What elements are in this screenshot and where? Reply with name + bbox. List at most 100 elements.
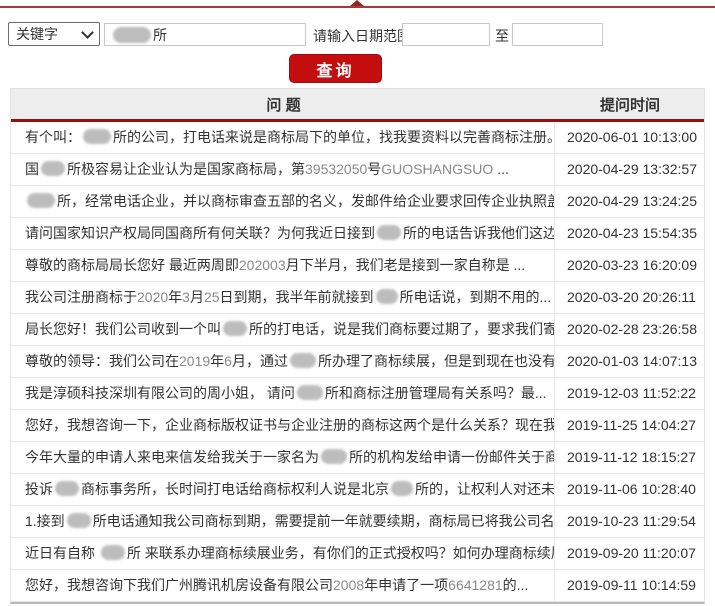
question-time: 2019-12-03 11:52:22 [567,385,696,401]
question-text: 所和商标注册管理局有关系吗？最... [324,385,547,401]
table-row[interactable]: 近日有自称 所 来联系办理商标续展业务，有你们的正式授权吗？如何办理商标续展..… [11,538,704,570]
question-text: 所，经常电话企业，并以商标审查五部的名义，发邮件给企业要求回传企业执照盖章扫..… [57,193,555,209]
question-text: 尊敬的领导：我们公司在 [25,353,179,369]
question-time: 2020-04-29 13:32:57 [567,161,697,177]
question-cell[interactable]: 1.接到 所电话通知我公司商标到期，需要提前一年就要续期，商标局已将我公司名单..… [11,506,555,537]
redacted-text [83,129,111,144]
redacted-text [375,289,398,304]
question-text: 投诉 [25,481,53,497]
table-row[interactable]: 尊敬的商标局局长您好 最近两周即202003月下半月，我们老是接到一家自称是 .… [11,250,704,282]
table-row[interactable]: 投诉 商标事务所，长时间打电话给商标权利人说是北京 所的，让权利人对还未到续... 2… [11,474,704,506]
questions-table: 问 题 提问时间 有个叫： 所的公司，打电话来说是商标局下的单位，找我要资料以完善… [10,88,705,604]
question-cell[interactable]: 您好，我想咨询下我们广州腾讯机房设备有限公司2008年申请了一项6641281的… [11,570,555,601]
question-text: 近日有自称 [25,545,99,561]
to-label: 至 [495,28,509,44]
date-to-input[interactable] [519,24,596,45]
table-row[interactable]: 有个叫： 所的公司，打电话来说是商标局下的单位，找我要资料以完善商标注册。但我..… [11,122,704,154]
question-text: 我公司注册商标于 [25,289,137,305]
question-text: 月下半月，我们老是接到一家自称是 ... [285,257,526,273]
question-time: 2019-11-25 14:04:27 [567,417,696,433]
tab-pointer-arrow-icon [350,0,364,6]
table-body: 有个叫： 所的公司，打电话来说是商标局下的单位，找我要资料以完善商标注册。但我..… [11,122,704,602]
redacted-text [41,161,65,176]
table-header-row: 问 题 提问时间 [11,88,704,122]
question-time: 2020-01-03 14:07:13 [567,353,697,369]
question-time: 2019-09-11 10:14:59 [567,577,696,593]
chevron-down-icon [81,25,94,39]
question-text: GUOSHANGSUO [381,161,494,177]
question-text: 2008 [333,577,365,593]
question-text: 年 [168,289,183,305]
question-text: 所的电话告诉我他们这边是知... [403,225,554,241]
question-cell[interactable]: 今年大量的申请人来电来信发给我关于一家名为 所的机构发给申请一份邮件关于商标续..… [11,442,555,473]
question-text: 您好，我想咨询下我们广州腾讯机房设备有限公司 [25,577,333,593]
question-cell[interactable]: 国 所极容易让企业认为是国家商标局，第39532050号GUOSHANGSUO .… [11,154,555,185]
question-text: ... [493,161,509,177]
question-text: 今年大量的申请人来电来信发给我关于一家名为 [25,449,319,465]
redacted-text [321,449,347,464]
table-row[interactable]: 国 所极容易让企业认为是国家商标局，第39532050号GUOSHANGSUO .… [11,154,704,186]
redacted-text [55,481,79,496]
question-text: 所办理了商标续展，但是到现在也没有... [317,353,555,369]
question-text: 6641281 [448,577,503,593]
question-cell[interactable]: 请问国家知识产权局同国商所有何关联？为何我近日接到 所的电话告诉我他们这边是知..… [11,218,555,249]
question-cell[interactable]: 投诉 商标事务所，长时间打电话给商标权利人说是北京 所的，让权利人对还未到续... [11,474,555,505]
question-time: 2020-02-28 23:26:58 [567,321,697,337]
table-row[interactable]: 尊敬的领导：我们公司在2019年6月，通过 所办理了商标续展，但是到现在也没有..… [11,346,704,378]
table-row[interactable]: 1.接到 所电话通知我公司商标到期，需要提前一年就要续期，商标局已将我公司名单..… [11,506,704,538]
question-time: 2019-10-23 11:29:54 [567,513,696,529]
search-field-select[interactable]: 关键字 [8,22,100,46]
question-text: 的... [502,577,529,593]
question-cell[interactable]: 我是淳硕科技深圳有限公司的周小姐， 请问 所和商标注册管理局有关系吗？最... [11,378,555,409]
question-text: 所的公司，打电话来说是商标局下的单位，找我要资料以完善商标注册。但我... [113,129,555,145]
question-text: 月 [189,289,204,305]
question-text: 请问国家知识产权局同国商所有何关联？为何我近日接到 [25,225,375,241]
table-row[interactable]: 我是淳硕科技深圳有限公司的周小姐， 请问 所和商标注册管理局有关系吗？最... 20… [11,378,704,410]
question-text: 您好，我想咨询一下，企业商标版权证书与企业注册的商标这两个是什么关系？现在我企业… [25,417,555,433]
table-row[interactable]: 今年大量的申请人来电来信发给我关于一家名为 所的机构发给申请一份邮件关于商标续..… [11,442,704,474]
question-time: 2020-03-20 20:26:11 [567,289,696,305]
question-column-header: 问 题 [266,96,301,114]
question-cell[interactable]: 我公司注册商标于2020年3月25日到期，我半年前就接到 所电话说，到期不用的..… [11,282,555,313]
time-column-header: 提问时间 [599,96,660,114]
question-time: 2019-11-06 10:28:40 [567,481,696,497]
question-text: 号 [367,161,382,177]
table-row[interactable]: 请问国家知识产权局同国商所有何关联？为何我近日接到 所的电话告诉我他们这边是知..… [11,218,704,250]
question-text: 年 [210,353,225,369]
question-time: 2020-06-01 10:13:00 [567,129,697,145]
question-text: 尊敬的商标局局长您好 最近两周即 [25,257,239,273]
table-row[interactable]: 我公司注册商标于2020年3月25日到期，我半年前就接到 所电话说，到期不用的..… [11,282,704,314]
redacted-text [391,481,413,496]
redacted-text [289,353,316,368]
question-text: 月，通过 [231,353,288,369]
table-row[interactable]: 所，经常电话企业，并以商标审查五部的名义，发邮件给企业要求回传企业执照盖章扫..… [11,186,704,218]
question-text: 所电话说，到期不用的... [399,289,552,305]
question-text: 我是淳硕科技深圳有限公司的周小姐， 请问 [25,385,295,401]
question-text: 商标事务所，长时间打电话给商标权利人说是北京 [81,481,389,497]
question-text: 年申请了一项 [364,577,449,593]
redacted-text [223,321,247,336]
date-to-input-wrap [512,23,603,46]
question-cell[interactable]: 尊敬的领导：我们公司在2019年6月，通过 所办理了商标续展，但是到现在也没有..… [11,346,555,377]
table-row[interactable]: 您好，我想咨询下我们广州腾讯机房设备有限公司2008年申请了一项6641281的… [11,570,704,602]
question-cell[interactable]: 您好，我想咨询一下，企业商标版权证书与企业注册的商标这两个是什么关系？现在我企业… [11,410,555,441]
question-cell[interactable]: 有个叫： 所的公司，打电话来说是商标局下的单位，找我要资料以完善商标注册。但我..… [11,122,555,153]
query-button[interactable]: 查询 [289,54,382,83]
question-cell[interactable]: 局长您好！我们公司收到一个叫 所的打电话，说是我们商标要过期了，要求我们寄资料..… [11,314,555,345]
question-cell[interactable]: 尊敬的商标局局长您好 最近两周即202003月下半月，我们老是接到一家自称是 .… [11,250,555,281]
date-from-input[interactable] [409,24,483,45]
question-text: 所的机构发给申请一份邮件关于商标续... [349,449,555,465]
table-row[interactable]: 您好，我想咨询一下，企业商标版权证书与企业注册的商标这两个是什么关系？现在我企业… [11,410,704,442]
question-cell[interactable]: 所，经常电话企业，并以商标审查五部的名义，发邮件给企业要求回传企业执照盖章扫..… [11,186,555,217]
keyword-input[interactable]: 所 [104,23,306,46]
question-time: 2019-09-20 11:20:07 [567,545,696,561]
top-divider-rule [0,0,715,8]
date-range-label: 请输入日期范围 [313,28,411,44]
redacted-text [113,26,151,43]
question-text: 39532050 [305,161,368,177]
question-cell[interactable]: 近日有自称 所 来联系办理商标续展业务，有你们的正式授权吗？如何办理商标续展..… [11,538,555,569]
question-text: 6 [224,353,232,369]
search-field-select-value: 关键字 [16,26,58,42]
table-row[interactable]: 局长您好！我们公司收到一个叫 所的打电话，说是我们商标要过期了，要求我们寄资料..… [11,314,704,346]
keyword-input-visible-text: 所 [153,26,167,43]
